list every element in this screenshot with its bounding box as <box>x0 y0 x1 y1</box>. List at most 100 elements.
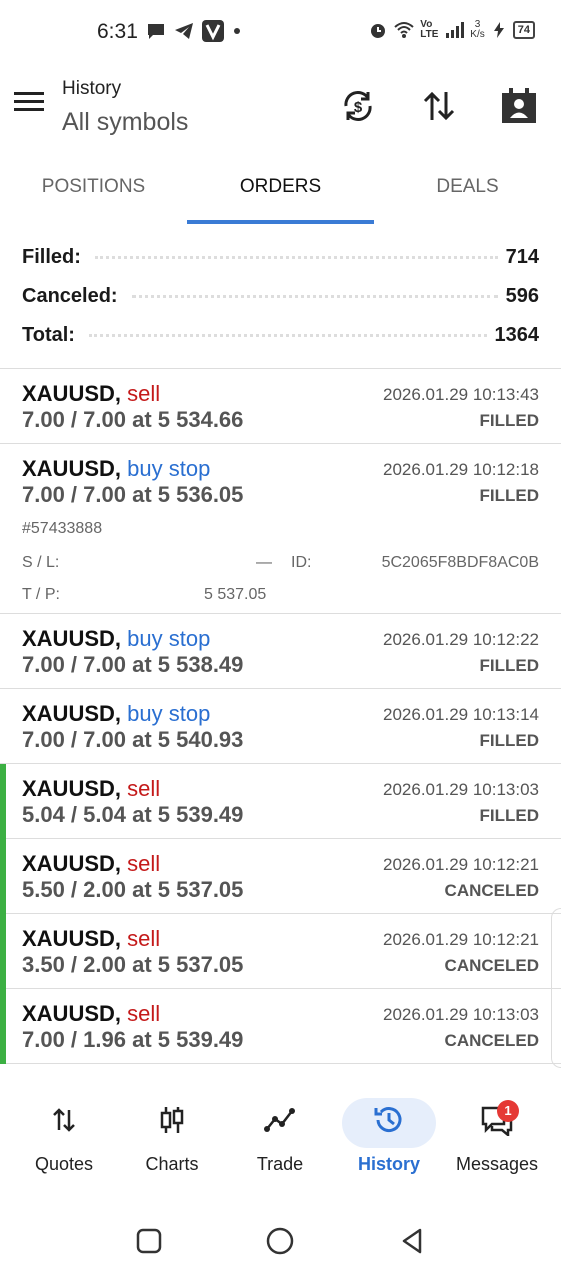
nav-history[interactable]: History <box>333 1090 445 1175</box>
order-status: CANCELED <box>444 1031 539 1050</box>
order-volume-price: 5.50 / 2.00 at 5 537.05 <box>22 877 244 902</box>
dotted-leader <box>94 256 498 259</box>
page-title: History <box>62 78 122 99</box>
trade-line-icon <box>224 1090 336 1150</box>
order-volume-price: 7.00 / 7.00 at 5 534.66 <box>22 407 244 432</box>
unread-badge: 1 <box>497 1100 519 1122</box>
order-type: buy stop <box>127 626 211 651</box>
summary-label: Canceled: <box>22 285 124 308</box>
nav-messages[interactable]: 1 Messages <box>441 1090 553 1175</box>
nav-quotes[interactable]: Quotes <box>8 1090 120 1175</box>
order-row[interactable]: XAUUSD, sell 5.50 / 2.00 at 5 537.05 202… <box>0 839 561 914</box>
symbol-text: XAUUSD, <box>22 626 122 651</box>
back-icon[interactable] <box>398 1226 428 1256</box>
order-type: sell <box>127 851 161 876</box>
currency-exchange-icon[interactable]: $ <box>338 86 378 126</box>
order-time: 2026.01.29 10:13:03 <box>383 780 539 799</box>
order-status: FILLED <box>479 656 540 675</box>
order-row[interactable]: XAUUSD, buy stop 7.00 / 7.00 at 5 538.49… <box>0 614 561 689</box>
history-tabs: POSITIONS ORDERS DEALS <box>0 160 561 224</box>
nav-charts[interactable]: Charts <box>116 1090 228 1175</box>
order-type: sell <box>127 776 161 801</box>
symbol-text: XAUUSD, <box>22 851 122 876</box>
order-status: CANCELED <box>444 881 539 900</box>
order-type: buy stop <box>127 456 211 481</box>
order-time: 2026.01.29 10:12:18 <box>383 460 539 479</box>
symbol-filter[interactable]: All symbols <box>62 108 188 137</box>
order-volume-price: 7.00 / 7.00 at 5 540.93 <box>22 727 244 752</box>
order-status: FILLED <box>479 806 540 825</box>
order-type: sell <box>127 381 161 406</box>
order-time: 2026.01.29 10:12:21 <box>383 855 539 874</box>
notification-icons <box>146 20 242 42</box>
dotted-leader <box>131 295 498 298</box>
order-status: FILLED <box>479 731 540 750</box>
summary-total: Total: 1364 <box>22 316 539 355</box>
home-icon[interactable] <box>265 1226 295 1256</box>
symbol-text: XAUUSD, <box>22 381 122 406</box>
order-status: CANCELED <box>444 956 539 975</box>
summary-label: Filled: <box>22 246 87 269</box>
order-row[interactable]: XAUUSD, sell 3.50 / 2.00 at 5 537.05 202… <box>0 914 561 989</box>
speed-indicator: 3 K/s <box>470 20 484 40</box>
order-volume-price: 7.00 / 7.00 at 5 538.49 <box>22 652 244 677</box>
order-symbol: XAUUSD, sell <box>22 776 160 802</box>
order-symbol: XAUUSD, buy stop <box>22 701 210 727</box>
summary-value: 714 <box>505 246 539 268</box>
nav-trade[interactable]: Trade <box>224 1090 336 1175</box>
summary-filled: Filled: 714 <box>22 238 539 277</box>
order-type: sell <box>127 926 161 951</box>
summary-value: 1364 <box>494 324 540 346</box>
stop-loss-label: S / L: <box>22 554 60 571</box>
take-profit-label: T / P: <box>22 586 60 603</box>
tab-positions[interactable]: POSITIONS <box>0 176 187 198</box>
candlestick-icon <box>116 1090 228 1150</box>
messages-icon <box>441 1090 553 1150</box>
status-bar: 6:31 Vo LTE 3 K/s 74 <box>0 0 561 64</box>
order-row[interactable]: XAUUSD, sell 7.00 / 7.00 at 5 534.66 202… <box>0 369 561 444</box>
order-symbol: XAUUSD, sell <box>22 926 160 952</box>
summary-label: Total: <box>22 324 81 347</box>
order-row[interactable]: XAUUSD, sell 5.04 / 5.04 at 5 539.49 202… <box>0 764 561 839</box>
nav-label: Quotes <box>34 1154 94 1174</box>
v-app-icon <box>202 20 224 42</box>
order-volume-price: 3.50 / 2.00 at 5 537.05 <box>22 952 244 977</box>
order-row[interactable]: XAUUSD, buy stop 7.00 / 7.00 at 5 540.93… <box>0 689 561 764</box>
order-volume-price: 7.00 / 1.96 at 5 539.49 <box>22 1027 244 1052</box>
alarm-icon <box>371 24 386 38</box>
speed-unit: K/s <box>470 29 485 40</box>
dotted-leader <box>88 334 487 337</box>
system-icons: Vo LTE 3 K/s 74 <box>368 20 535 40</box>
tab-deals[interactable]: DEALS <box>374 176 561 198</box>
order-status: FILLED <box>479 411 540 430</box>
charging-icon <box>493 22 504 38</box>
battery-level: 74 <box>512 21 535 39</box>
tab-orders[interactable]: ORDERS <box>187 176 374 198</box>
symbol-text: XAUUSD, <box>22 456 122 481</box>
scroll-handle[interactable] <box>551 908 561 1068</box>
order-status: FILLED <box>479 486 540 505</box>
calendar-contact-icon[interactable] <box>499 86 539 126</box>
order-row[interactable]: XAUUSD, sell 7.00 / 1.96 at 5 539.49 202… <box>0 989 561 1064</box>
order-symbol: XAUUSD, buy stop <box>22 456 210 482</box>
active-tab-indicator <box>187 220 374 224</box>
orders-list: XAUUSD, sell 7.00 / 7.00 at 5 534.66 202… <box>0 369 561 1064</box>
nav-label: Charts <box>145 1154 199 1174</box>
menu-icon[interactable] <box>14 92 46 116</box>
telegram-icon <box>175 23 193 39</box>
order-row-expanded[interactable]: XAUUSD, buy stop 7.00 / 7.00 at 5 536.05… <box>0 444 561 614</box>
dot-icon <box>234 28 240 34</box>
order-ticket: #57433888 <box>22 520 103 537</box>
volte-label: Vo LTE <box>420 19 439 40</box>
sort-icon[interactable] <box>419 86 459 126</box>
order-id-value: 5C2065F8BDF8AC0B <box>381 554 539 571</box>
order-type: sell <box>127 1001 161 1026</box>
recents-icon[interactable] <box>134 1226 164 1256</box>
symbol-text: XAUUSD, <box>22 776 122 801</box>
order-time: 2026.01.29 10:12:21 <box>383 930 539 949</box>
order-symbol: XAUUSD, sell <box>22 381 160 407</box>
order-id-label: ID: <box>291 554 312 571</box>
order-volume-price: 5.04 / 5.04 at 5 539.49 <box>22 802 244 827</box>
order-time: 2026.01.29 10:13:03 <box>383 1005 539 1024</box>
order-time: 2026.01.29 10:13:43 <box>383 385 539 404</box>
